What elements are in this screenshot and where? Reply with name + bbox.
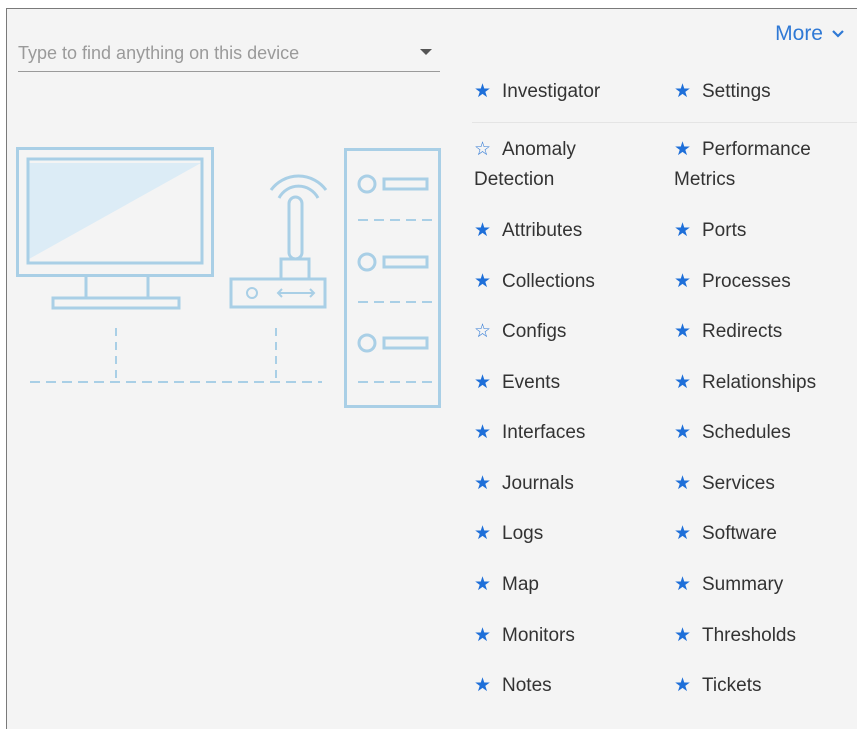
star-filled-icon[interactable]: ★ — [474, 266, 502, 296]
menu-item-performance-metrics[interactable]: ★ Performance Metrics — [674, 134, 857, 195]
star-filled-icon[interactable]: ★ — [674, 417, 702, 447]
menu-item-label: Collections — [502, 271, 595, 292]
menu-item-anomaly-detection[interactable]: ☆ Anomaly Detection — [474, 134, 664, 195]
star-filled-icon[interactable]: ★ — [474, 367, 502, 397]
star-filled-icon[interactable]: ★ — [674, 518, 702, 548]
menu-divider — [472, 122, 857, 123]
menu-item-relationships[interactable]: ★ Relationships — [674, 367, 857, 398]
menu-item-label: Events — [502, 372, 561, 393]
star-filled-icon[interactable]: ★ — [674, 468, 702, 498]
menu-item-interfaces[interactable]: ★ Interfaces — [474, 417, 664, 448]
star-filled-icon[interactable]: ★ — [674, 134, 702, 164]
search-input[interactable] — [18, 36, 408, 70]
caret-down-icon[interactable] — [420, 49, 432, 55]
star-filled-icon[interactable]: ★ — [674, 76, 702, 106]
star-filled-icon[interactable]: ★ — [674, 215, 702, 245]
star-filled-icon[interactable]: ★ — [674, 367, 702, 397]
menu-item-software[interactable]: ★ Software — [674, 518, 857, 549]
menu-item-label: Summary — [702, 574, 784, 595]
menu-item-label: Investigator — [502, 81, 601, 102]
star-filled-icon[interactable]: ★ — [674, 620, 702, 650]
menu-item-label: Map — [502, 574, 539, 595]
menu-item-label: Thresholds — [702, 625, 796, 646]
menu-item-investigator[interactable]: ★ Investigator — [474, 76, 664, 107]
menu-item-label: Relationships — [702, 372, 817, 393]
menu-item-label: Services — [702, 473, 775, 494]
menu-item-label-line2: Detection — [474, 169, 555, 190]
menu-item-label: Anomaly — [502, 139, 576, 160]
menu-item-ports[interactable]: ★ Ports — [674, 215, 857, 246]
menu-item-label-line2: Metrics — [674, 169, 736, 190]
menu-item-label: Tickets — [702, 675, 762, 696]
menu-item-label: Performance — [702, 139, 811, 160]
more-label: More — [775, 22, 823, 45]
star-filled-icon[interactable]: ★ — [474, 518, 502, 548]
menu-item-configs[interactable]: ☆ Configs — [474, 316, 664, 347]
menu-item-label: Notes — [502, 675, 552, 696]
menu-item-label: Schedules — [702, 422, 791, 443]
star-filled-icon[interactable]: ★ — [674, 569, 702, 599]
menu-item-schedules[interactable]: ★ Schedules — [674, 417, 857, 448]
menu-item-map[interactable]: ★ Map — [474, 569, 664, 600]
router-icon — [229, 174, 328, 309]
menu-item-summary[interactable]: ★ Summary — [674, 569, 857, 600]
star-filled-icon[interactable]: ★ — [474, 620, 502, 650]
menu-item-monitors[interactable]: ★ Monitors — [474, 620, 664, 651]
star-filled-icon[interactable]: ★ — [474, 468, 502, 498]
menu-item-notes[interactable]: ★ Notes — [474, 670, 664, 701]
menu-item-label: Redirects — [702, 321, 783, 342]
more-menu-button[interactable]: More — [775, 22, 845, 46]
star-filled-icon[interactable]: ★ — [474, 215, 502, 245]
menu-item-collections[interactable]: ★ Collections — [474, 266, 664, 297]
menu-item-redirects[interactable]: ★ Redirects — [674, 316, 857, 347]
menu-item-label: Software — [702, 523, 777, 544]
menu-item-label: Processes — [702, 271, 791, 292]
menu-item-label: Monitors — [502, 625, 575, 646]
menu-item-tickets[interactable]: ★ Tickets — [674, 670, 857, 701]
device-network-illustration — [16, 147, 441, 408]
menu-item-label: Configs — [502, 321, 567, 342]
menu-item-journals[interactable]: ★ Journals — [474, 468, 664, 499]
menu-item-logs[interactable]: ★ Logs — [474, 518, 664, 549]
star-filled-icon[interactable]: ★ — [474, 569, 502, 599]
menu-item-label: Ports — [702, 220, 747, 241]
menu-item-processes[interactable]: ★ Processes — [674, 266, 857, 297]
star-filled-icon[interactable]: ★ — [674, 670, 702, 700]
menu-item-thresholds[interactable]: ★ Thresholds — [674, 620, 857, 651]
star-filled-icon[interactable]: ★ — [474, 417, 502, 447]
chevron-down-icon — [832, 30, 844, 38]
star-outline-icon[interactable]: ☆ — [474, 316, 502, 346]
menu-item-label: Journals — [502, 473, 574, 494]
menu-item-services[interactable]: ★ Services — [674, 468, 857, 499]
menu-item-settings[interactable]: ★ Settings — [674, 76, 857, 107]
menu-item-label: Attributes — [502, 220, 583, 241]
menu-item-attributes[interactable]: ★ Attributes — [474, 215, 664, 246]
star-filled-icon[interactable]: ★ — [474, 76, 502, 106]
menu-item-label: Logs — [502, 523, 544, 544]
device-search[interactable] — [18, 36, 440, 72]
star-filled-icon[interactable]: ★ — [674, 266, 702, 296]
menu-item-events[interactable]: ★ Events — [474, 367, 664, 398]
menu-item-label: Settings — [702, 81, 771, 102]
star-filled-icon[interactable]: ★ — [674, 316, 702, 346]
server-icon — [344, 148, 441, 408]
star-outline-icon[interactable]: ☆ — [474, 134, 502, 164]
menu-item-label: Interfaces — [502, 422, 586, 443]
star-filled-icon[interactable]: ★ — [474, 670, 502, 700]
